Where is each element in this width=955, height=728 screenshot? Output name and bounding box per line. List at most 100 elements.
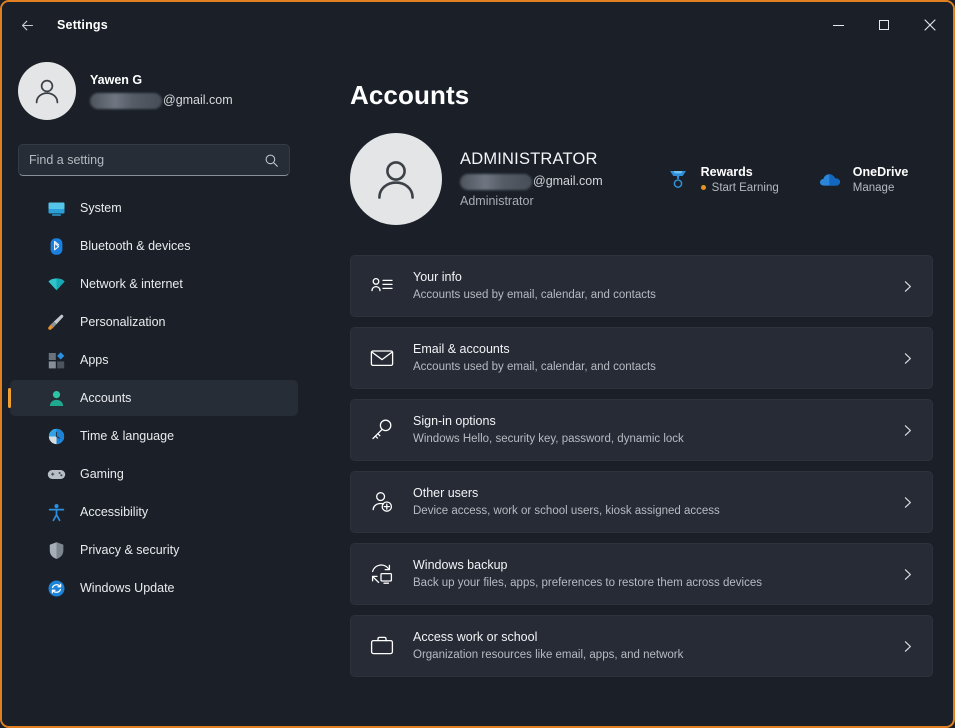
sidebar-item-windows-update[interactable]: Windows Update	[10, 570, 298, 606]
sidebar-item-apps[interactable]: Apps	[10, 342, 298, 378]
settings-window: Settings Yawen G @gmail.com Find a setti…	[0, 0, 955, 728]
maximize-button[interactable]	[861, 2, 907, 48]
card-subtitle: Accounts used by email, calendar, and co…	[413, 360, 656, 373]
sidebar-item-system[interactable]: System	[10, 190, 298, 226]
sidebar-item-label: Network & internet	[80, 277, 183, 291]
sidebar-item-label: Time & language	[80, 429, 175, 443]
maximize-icon	[879, 20, 889, 30]
onedrive-hub[interactable]: OneDrive Manage	[817, 165, 909, 194]
main-content: Accounts ADMINISTRATOR @gmail.com Admini…	[306, 48, 953, 726]
card-title: Email & accounts	[413, 342, 510, 357]
shield-icon	[46, 540, 66, 560]
card-text: Sign-in options Windows Hello, security …	[413, 413, 901, 446]
minimize-icon	[832, 24, 844, 26]
avatar	[18, 62, 76, 120]
card-subtitle: Back up your files, apps, preferences to…	[413, 576, 762, 589]
sidebar-nav: System Bluetooth & devices Network & int…	[2, 190, 306, 606]
sidebar: Yawen G @gmail.com Find a setting System…	[2, 48, 306, 726]
sidebar-item-network-internet[interactable]: Network & internet	[10, 266, 298, 302]
sidebar-item-privacy-security[interactable]: Privacy & security	[10, 532, 298, 568]
contact-card-icon	[365, 269, 399, 303]
sidebar-item-label: System	[80, 201, 122, 215]
sidebar-profile-name: Yawen G	[90, 73, 143, 88]
rewards-subtitle: Start Earning	[711, 181, 779, 194]
account-summary: ADMINISTRATOR @gmail.com Administrator R…	[350, 133, 933, 225]
card-text: Access work or school Organization resou…	[413, 629, 901, 662]
rewards-subtitle-row: Start Earning	[700, 181, 779, 194]
close-icon	[924, 19, 936, 31]
close-button[interactable]	[907, 2, 953, 48]
chevron-right-icon	[901, 424, 914, 437]
onedrive-subtitle: Manage	[852, 181, 895, 194]
back-arrow-icon	[21, 20, 33, 30]
sidebar-item-label: Gaming	[80, 467, 124, 481]
account-text: ADMINISTRATOR @gmail.com Administrator	[460, 149, 603, 209]
chevron-right-icon	[901, 352, 914, 365]
sidebar-profile-text: Yawen G @gmail.com	[90, 73, 233, 109]
onedrive-text: OneDrive Manage	[853, 165, 909, 194]
monitor-icon	[46, 198, 66, 218]
card-access-work-school[interactable]: Access work or school Organization resou…	[350, 615, 933, 677]
card-other-users[interactable]: Other users Device access, work or schoo…	[350, 471, 933, 533]
account-email-domain: @gmail.com	[533, 174, 603, 189]
settings-card-list: Your info Accounts used by email, calend…	[350, 255, 933, 677]
sidebar-profile-email: @gmail.com	[90, 92, 233, 109]
back-button[interactable]	[10, 8, 44, 42]
card-text: Windows backup Back up your files, apps,…	[413, 557, 901, 590]
rewards-title: Rewards	[700, 164, 753, 179]
card-title: Windows backup	[413, 558, 508, 573]
rewards-medal-icon	[665, 166, 691, 192]
bluetooth-icon	[46, 236, 66, 256]
update-refresh-icon	[46, 578, 66, 598]
gamepad-icon	[46, 464, 66, 484]
card-title: Sign-in options	[413, 414, 496, 429]
account-avatar[interactable]	[350, 133, 442, 225]
sidebar-item-label: Personalization	[80, 315, 166, 329]
card-email-accounts[interactable]: Email & accounts Accounts used by email,…	[350, 327, 933, 389]
card-text: Other users Device access, work or schoo…	[413, 485, 901, 518]
card-title: Access work or school	[413, 630, 538, 645]
card-subtitle: Organization resources like email, apps,…	[413, 648, 684, 661]
card-text: Your info Accounts used by email, calend…	[413, 269, 901, 302]
key-icon	[365, 413, 399, 447]
sidebar-profile[interactable]: Yawen G @gmail.com	[2, 54, 306, 128]
person-add-icon	[365, 485, 399, 519]
rewards-hub[interactable]: Rewards Start Earning	[665, 165, 779, 194]
sidebar-item-accessibility[interactable]: Accessibility	[10, 494, 298, 530]
sidebar-item-gaming[interactable]: Gaming	[10, 456, 298, 492]
accessibility-icon	[46, 502, 66, 522]
sidebar-item-bluetooth-devices[interactable]: Bluetooth & devices	[10, 228, 298, 264]
sidebar-item-label: Privacy & security	[80, 543, 180, 557]
sidebar-item-personalization[interactable]: Personalization	[10, 304, 298, 340]
card-title: Other users	[413, 486, 479, 501]
card-windows-backup[interactable]: Windows backup Back up your files, apps,…	[350, 543, 933, 605]
apps-grid-icon	[46, 350, 66, 370]
card-text: Email & accounts Accounts used by email,…	[413, 341, 901, 374]
chevron-right-icon	[901, 568, 914, 581]
search-box[interactable]	[18, 144, 290, 176]
minimize-button[interactable]	[815, 2, 861, 48]
card-subtitle: Windows Hello, security key, password, d…	[413, 432, 684, 445]
envelope-icon	[365, 341, 399, 375]
card-your-info[interactable]: Your info Accounts used by email, calend…	[350, 255, 933, 317]
person-avatar-icon	[35, 79, 59, 104]
card-subtitle: Accounts used by email, calendar, and co…	[413, 288, 656, 301]
paintbrush-icon	[46, 312, 66, 332]
window-controls	[815, 2, 953, 48]
sidebar-item-label: Apps	[80, 353, 109, 367]
chevron-right-icon	[901, 496, 914, 509]
card-sign-in-options[interactable]: Sign-in options Windows Hello, security …	[350, 399, 933, 461]
page-title: Accounts	[350, 80, 470, 110]
sidebar-item-label: Bluetooth & devices	[80, 239, 191, 253]
redacted-email-block	[90, 92, 162, 109]
app-title: Settings	[57, 18, 108, 32]
sidebar-item-time-language[interactable]: Time & language	[10, 418, 298, 454]
onedrive-title: OneDrive	[852, 164, 909, 179]
account-email: @gmail.com	[460, 173, 603, 190]
wifi-icon	[46, 274, 66, 294]
sidebar-item-accounts[interactable]: Accounts	[8, 380, 298, 416]
search-input[interactable]	[29, 153, 264, 167]
briefcase-icon	[365, 629, 399, 663]
person-avatar-icon	[378, 161, 414, 199]
account-role: Administrator	[460, 193, 534, 208]
